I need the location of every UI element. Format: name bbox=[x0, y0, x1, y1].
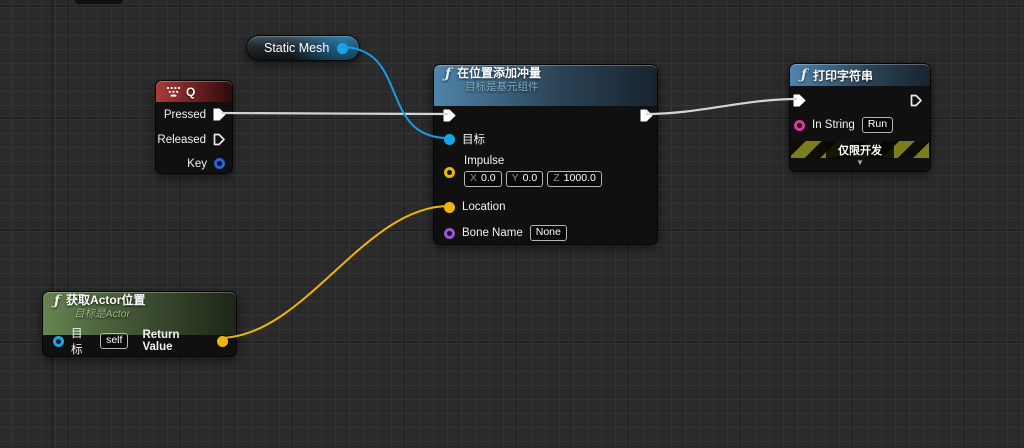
x-component-label: X bbox=[470, 172, 477, 184]
location-pin-label: Location bbox=[462, 201, 505, 213]
pin-row-in-string: In String Run bbox=[794, 117, 893, 133]
pressed-exec-pin[interactable] bbox=[213, 108, 226, 121]
y-component-value: 0.0 bbox=[523, 172, 538, 184]
blueprint-graph-canvas[interactable]: Static Mesh Q Pressed Released bbox=[0, 0, 1024, 448]
impulse-pin-label: Impulse bbox=[464, 155, 504, 167]
node-get-actor-location[interactable]: ƒ 获取Actor位置 目标是Actor 目标 self Return Valu… bbox=[42, 291, 237, 357]
add-impulse-exec-in-pin[interactable] bbox=[443, 109, 456, 122]
released-pin-label: Released bbox=[157, 134, 206, 146]
pin-row-bone-name: Bone Name None bbox=[444, 225, 567, 241]
return-value-label: Return Value bbox=[142, 329, 210, 353]
pin-row-key: Key bbox=[187, 156, 225, 171]
bone-name-pin[interactable] bbox=[444, 228, 455, 239]
pin-row-actor-target: 目标 self Return Value bbox=[53, 332, 228, 350]
function-icon: ƒ bbox=[445, 67, 451, 81]
impulse-pin[interactable] bbox=[444, 167, 455, 178]
wire-object-static-mesh-to-target[interactable] bbox=[341, 47, 448, 138]
print-string-exec-out-pin[interactable] bbox=[910, 94, 923, 107]
released-exec-pin[interactable] bbox=[213, 133, 226, 146]
development-only-band: 仅限开发 bbox=[791, 141, 929, 158]
development-only-label: 仅限开发 bbox=[826, 141, 894, 159]
actor-target-input[interactable]: self bbox=[100, 333, 128, 349]
x-component-value: 0.0 bbox=[481, 172, 496, 184]
actor-target-pin[interactable] bbox=[53, 336, 64, 347]
impulse-z-input[interactable]: Z 1000.0 bbox=[547, 171, 602, 187]
wire-exec-add-impulse-to-print-string[interactable] bbox=[646, 99, 797, 114]
print-string-exec-in-pin[interactable] bbox=[793, 94, 806, 107]
y-component-label: Y bbox=[512, 172, 519, 184]
key-event-title: Q bbox=[186, 85, 195, 99]
in-string-input[interactable]: Run bbox=[862, 117, 893, 133]
add-impulse-header[interactable]: ƒ 在位置添加冲量 目标是基元组件 bbox=[434, 65, 657, 106]
get-actor-location-subtitle: 目标是Actor bbox=[74, 308, 228, 320]
impulse-x-input[interactable]: X 0.0 bbox=[464, 171, 502, 187]
bone-name-pin-label: Bone Name bbox=[462, 227, 523, 239]
actor-target-pin-label: 目标 bbox=[71, 325, 93, 357]
node-expand-arrow[interactable]: ▼ bbox=[856, 159, 864, 167]
static-mesh-output-pin[interactable] bbox=[337, 43, 348, 54]
offscreen-node-edge bbox=[75, 0, 123, 4]
function-icon: ƒ bbox=[54, 294, 60, 308]
bone-name-input[interactable]: None bbox=[530, 225, 567, 241]
target-pin-label: 目标 bbox=[462, 131, 485, 147]
in-string-pin[interactable] bbox=[794, 120, 805, 131]
add-impulse-title: 在位置添加冲量 bbox=[457, 67, 541, 81]
wire-vector-return-value-to-location[interactable] bbox=[219, 206, 449, 338]
add-impulse-exec-out-pin[interactable] bbox=[640, 109, 653, 122]
pin-row-pressed: Pressed bbox=[164, 107, 226, 122]
pin-row-target: 目标 bbox=[444, 131, 485, 147]
node-add-impulse-at-location[interactable]: ƒ 在位置添加冲量 目标是基元组件 目标 Impulse X 0.0 Y 0.0 Z… bbox=[433, 64, 658, 245]
pressed-pin-label: Pressed bbox=[164, 109, 206, 121]
key-pin-label: Key bbox=[187, 158, 207, 170]
pin-row-released: Released bbox=[157, 132, 226, 147]
key-event-header[interactable]: Q bbox=[156, 81, 232, 102]
node-print-string[interactable]: ƒ 打印字符串 In String Run 仅限开发 ▼ bbox=[789, 63, 931, 172]
pin-row-location: Location bbox=[444, 199, 505, 215]
z-component-value: 1000.0 bbox=[564, 172, 596, 184]
z-component-label: Z bbox=[553, 172, 559, 184]
target-pin[interactable] bbox=[444, 134, 455, 145]
get-actor-location-title: 获取Actor位置 bbox=[66, 294, 145, 308]
print-string-title: 打印字符串 bbox=[813, 67, 873, 84]
in-string-pin-label: In String bbox=[812, 119, 855, 131]
wire-exec-pressed-to-add-impulse[interactable] bbox=[221, 113, 448, 114]
impulse-y-input[interactable]: Y 0.0 bbox=[506, 171, 544, 187]
key-struct-pin[interactable] bbox=[214, 158, 225, 169]
static-mesh-label: Static Mesh bbox=[264, 41, 329, 55]
add-impulse-subtitle: 目标是基元组件 bbox=[465, 81, 649, 93]
node-key-event-q[interactable]: Q Pressed Released Key bbox=[155, 80, 233, 174]
keyboard-icon bbox=[167, 87, 180, 97]
impulse-vector-inputs: X 0.0 Y 0.0 Z 1000.0 bbox=[464, 171, 602, 187]
function-icon: ƒ bbox=[801, 68, 807, 82]
print-string-header[interactable]: ƒ 打印字符串 bbox=[790, 64, 930, 86]
